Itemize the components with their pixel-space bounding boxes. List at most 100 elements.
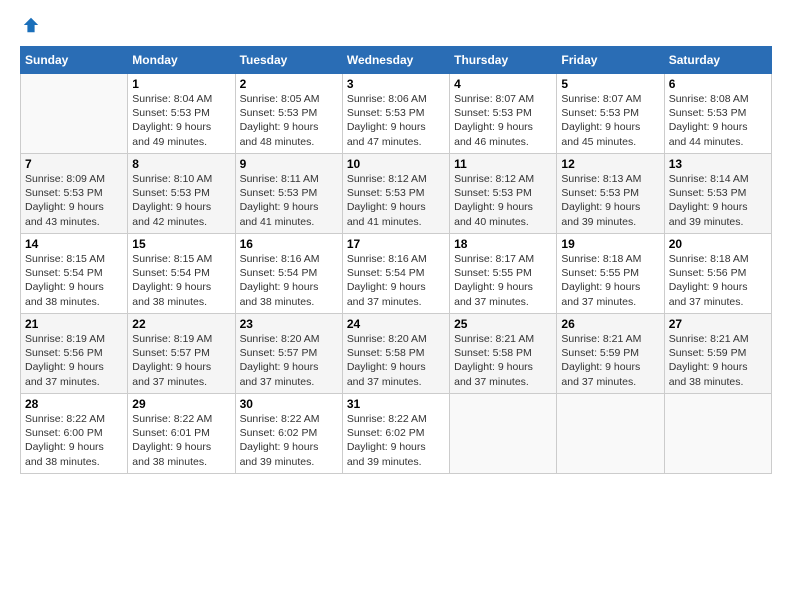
calendar-cell: 27Sunrise: 8:21 AM Sunset: 5:59 PM Dayli… (664, 314, 771, 394)
calendar-cell: 29Sunrise: 8:22 AM Sunset: 6:01 PM Dayli… (128, 394, 235, 474)
calendar-cell: 10Sunrise: 8:12 AM Sunset: 5:53 PM Dayli… (342, 154, 449, 234)
calendar-cell: 23Sunrise: 8:20 AM Sunset: 5:57 PM Dayli… (235, 314, 342, 394)
day-number: 16 (240, 237, 338, 251)
calendar-cell: 25Sunrise: 8:21 AM Sunset: 5:58 PM Dayli… (450, 314, 557, 394)
day-number: 15 (132, 237, 230, 251)
day-info: Sunrise: 8:13 AM Sunset: 5:53 PM Dayligh… (561, 172, 659, 229)
calendar-table: SundayMondayTuesdayWednesdayThursdayFrid… (20, 46, 772, 474)
calendar-cell: 9Sunrise: 8:11 AM Sunset: 5:53 PM Daylig… (235, 154, 342, 234)
day-number: 12 (561, 157, 659, 171)
day-info: Sunrise: 8:21 AM Sunset: 5:58 PM Dayligh… (454, 332, 552, 389)
day-info: Sunrise: 8:07 AM Sunset: 5:53 PM Dayligh… (454, 92, 552, 149)
calendar-week-5: 28Sunrise: 8:22 AM Sunset: 6:00 PM Dayli… (21, 394, 772, 474)
day-info: Sunrise: 8:10 AM Sunset: 5:53 PM Dayligh… (132, 172, 230, 229)
calendar-header-wednesday: Wednesday (342, 47, 449, 74)
calendar-header-monday: Monday (128, 47, 235, 74)
calendar-cell (664, 394, 771, 474)
day-info: Sunrise: 8:20 AM Sunset: 5:58 PM Dayligh… (347, 332, 445, 389)
day-info: Sunrise: 8:16 AM Sunset: 5:54 PM Dayligh… (347, 252, 445, 309)
calendar-cell: 6Sunrise: 8:08 AM Sunset: 5:53 PM Daylig… (664, 74, 771, 154)
day-number: 6 (669, 77, 767, 91)
calendar-week-4: 21Sunrise: 8:19 AM Sunset: 5:56 PM Dayli… (21, 314, 772, 394)
calendar-cell: 11Sunrise: 8:12 AM Sunset: 5:53 PM Dayli… (450, 154, 557, 234)
day-info: Sunrise: 8:12 AM Sunset: 5:53 PM Dayligh… (454, 172, 552, 229)
calendar-cell (557, 394, 664, 474)
calendar-header-tuesday: Tuesday (235, 47, 342, 74)
page-container: SundayMondayTuesdayWednesdayThursdayFrid… (0, 0, 792, 484)
day-number: 1 (132, 77, 230, 91)
calendar-cell: 31Sunrise: 8:22 AM Sunset: 6:02 PM Dayli… (342, 394, 449, 474)
calendar-cell: 8Sunrise: 8:10 AM Sunset: 5:53 PM Daylig… (128, 154, 235, 234)
day-number: 11 (454, 157, 552, 171)
calendar-week-1: 1Sunrise: 8:04 AM Sunset: 5:53 PM Daylig… (21, 74, 772, 154)
day-number: 24 (347, 317, 445, 331)
header (20, 16, 772, 34)
day-number: 13 (669, 157, 767, 171)
calendar-cell: 12Sunrise: 8:13 AM Sunset: 5:53 PM Dayli… (557, 154, 664, 234)
day-info: Sunrise: 8:19 AM Sunset: 5:56 PM Dayligh… (25, 332, 123, 389)
day-number: 20 (669, 237, 767, 251)
calendar-cell (21, 74, 128, 154)
day-info: Sunrise: 8:19 AM Sunset: 5:57 PM Dayligh… (132, 332, 230, 389)
calendar-cell: 21Sunrise: 8:19 AM Sunset: 5:56 PM Dayli… (21, 314, 128, 394)
day-number: 5 (561, 77, 659, 91)
day-number: 2 (240, 77, 338, 91)
day-info: Sunrise: 8:18 AM Sunset: 5:56 PM Dayligh… (669, 252, 767, 309)
calendar-cell: 22Sunrise: 8:19 AM Sunset: 5:57 PM Dayli… (128, 314, 235, 394)
calendar-header-saturday: Saturday (664, 47, 771, 74)
calendar-cell: 24Sunrise: 8:20 AM Sunset: 5:58 PM Dayli… (342, 314, 449, 394)
day-info: Sunrise: 8:16 AM Sunset: 5:54 PM Dayligh… (240, 252, 338, 309)
calendar-header-friday: Friday (557, 47, 664, 74)
calendar-week-3: 14Sunrise: 8:15 AM Sunset: 5:54 PM Dayli… (21, 234, 772, 314)
calendar-header-thursday: Thursday (450, 47, 557, 74)
calendar-cell: 4Sunrise: 8:07 AM Sunset: 5:53 PM Daylig… (450, 74, 557, 154)
day-info: Sunrise: 8:21 AM Sunset: 5:59 PM Dayligh… (561, 332, 659, 389)
calendar-cell: 30Sunrise: 8:22 AM Sunset: 6:02 PM Dayli… (235, 394, 342, 474)
day-info: Sunrise: 8:15 AM Sunset: 5:54 PM Dayligh… (25, 252, 123, 309)
calendar-cell (450, 394, 557, 474)
day-info: Sunrise: 8:09 AM Sunset: 5:53 PM Dayligh… (25, 172, 123, 229)
day-info: Sunrise: 8:06 AM Sunset: 5:53 PM Dayligh… (347, 92, 445, 149)
day-number: 29 (132, 397, 230, 411)
day-number: 4 (454, 77, 552, 91)
calendar-cell: 26Sunrise: 8:21 AM Sunset: 5:59 PM Dayli… (557, 314, 664, 394)
calendar-header-row: SundayMondayTuesdayWednesdayThursdayFrid… (21, 47, 772, 74)
day-number: 26 (561, 317, 659, 331)
logo (20, 16, 40, 34)
logo-icon (22, 16, 40, 34)
calendar-week-2: 7Sunrise: 8:09 AM Sunset: 5:53 PM Daylig… (21, 154, 772, 234)
day-number: 25 (454, 317, 552, 331)
day-number: 28 (25, 397, 123, 411)
calendar-cell: 19Sunrise: 8:18 AM Sunset: 5:55 PM Dayli… (557, 234, 664, 314)
day-info: Sunrise: 8:22 AM Sunset: 6:02 PM Dayligh… (347, 412, 445, 469)
day-info: Sunrise: 8:14 AM Sunset: 5:53 PM Dayligh… (669, 172, 767, 229)
day-number: 23 (240, 317, 338, 331)
day-number: 7 (25, 157, 123, 171)
day-info: Sunrise: 8:07 AM Sunset: 5:53 PM Dayligh… (561, 92, 659, 149)
calendar-header-sunday: Sunday (21, 47, 128, 74)
day-info: Sunrise: 8:21 AM Sunset: 5:59 PM Dayligh… (669, 332, 767, 389)
day-info: Sunrise: 8:05 AM Sunset: 5:53 PM Dayligh… (240, 92, 338, 149)
calendar-cell: 18Sunrise: 8:17 AM Sunset: 5:55 PM Dayli… (450, 234, 557, 314)
day-info: Sunrise: 8:22 AM Sunset: 6:00 PM Dayligh… (25, 412, 123, 469)
calendar-cell: 5Sunrise: 8:07 AM Sunset: 5:53 PM Daylig… (557, 74, 664, 154)
day-number: 31 (347, 397, 445, 411)
day-info: Sunrise: 8:15 AM Sunset: 5:54 PM Dayligh… (132, 252, 230, 309)
calendar-cell: 13Sunrise: 8:14 AM Sunset: 5:53 PM Dayli… (664, 154, 771, 234)
day-number: 19 (561, 237, 659, 251)
day-number: 22 (132, 317, 230, 331)
day-info: Sunrise: 8:22 AM Sunset: 6:01 PM Dayligh… (132, 412, 230, 469)
calendar-cell: 16Sunrise: 8:16 AM Sunset: 5:54 PM Dayli… (235, 234, 342, 314)
day-info: Sunrise: 8:08 AM Sunset: 5:53 PM Dayligh… (669, 92, 767, 149)
day-info: Sunrise: 8:11 AM Sunset: 5:53 PM Dayligh… (240, 172, 338, 229)
day-number: 30 (240, 397, 338, 411)
day-number: 18 (454, 237, 552, 251)
calendar-cell: 14Sunrise: 8:15 AM Sunset: 5:54 PM Dayli… (21, 234, 128, 314)
calendar-cell: 17Sunrise: 8:16 AM Sunset: 5:54 PM Dayli… (342, 234, 449, 314)
day-info: Sunrise: 8:18 AM Sunset: 5:55 PM Dayligh… (561, 252, 659, 309)
calendar-cell: 28Sunrise: 8:22 AM Sunset: 6:00 PM Dayli… (21, 394, 128, 474)
day-info: Sunrise: 8:04 AM Sunset: 5:53 PM Dayligh… (132, 92, 230, 149)
day-info: Sunrise: 8:22 AM Sunset: 6:02 PM Dayligh… (240, 412, 338, 469)
calendar-cell: 7Sunrise: 8:09 AM Sunset: 5:53 PM Daylig… (21, 154, 128, 234)
day-info: Sunrise: 8:20 AM Sunset: 5:57 PM Dayligh… (240, 332, 338, 389)
